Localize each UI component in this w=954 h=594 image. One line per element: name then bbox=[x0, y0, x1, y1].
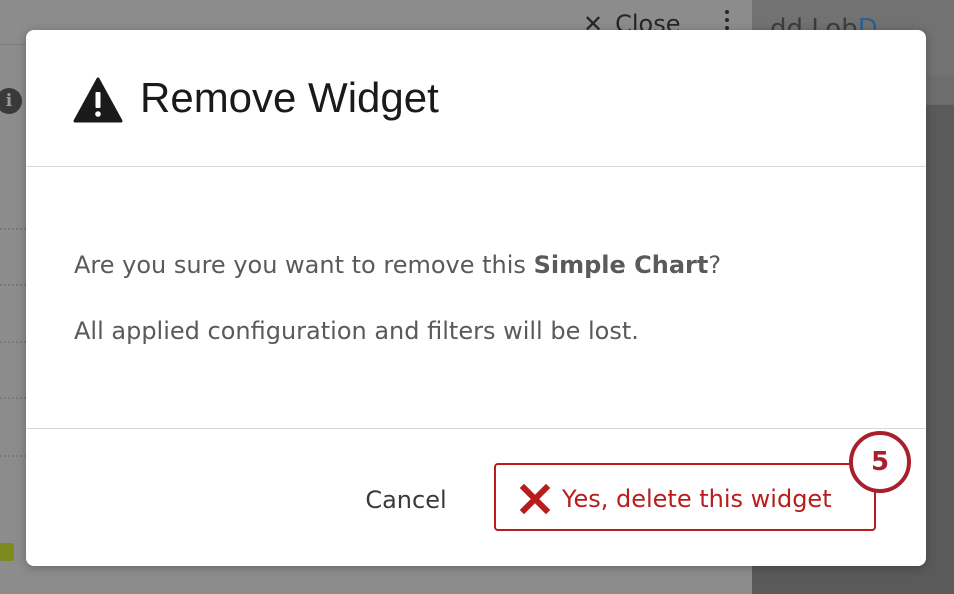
app-screen: ✕ Close dd LobD i Remove Widget Are you s… bbox=[0, 0, 954, 594]
background-dotted-line bbox=[0, 341, 26, 343]
warning-message: All applied configuration and filters wi… bbox=[74, 317, 639, 345]
warning-icon bbox=[73, 77, 123, 123]
background-dotted-line bbox=[0, 455, 26, 457]
cancel-button[interactable]: Cancel bbox=[344, 464, 468, 536]
dialog-header: Remove Widget bbox=[26, 30, 926, 167]
delete-widget-button[interactable]: Yes, delete this widget bbox=[494, 463, 876, 531]
background-dotted-line bbox=[0, 284, 26, 286]
confirm-message: Are you sure you want to remove this Sim… bbox=[74, 244, 894, 286]
step-number-badge: 5 bbox=[849, 431, 911, 493]
background-dotted-line bbox=[0, 228, 26, 230]
widget-name: Simple Chart bbox=[533, 251, 709, 279]
remove-widget-dialog: Remove Widget Are you sure you want to r… bbox=[26, 30, 926, 566]
confirm-message-prefix: Are you sure you want to remove this bbox=[74, 251, 534, 279]
delete-widget-label: Yes, delete this widget bbox=[562, 485, 832, 513]
dialog-title: Remove Widget bbox=[140, 74, 439, 121]
confirm-message-suffix: ? bbox=[708, 251, 722, 279]
background-color-swatch bbox=[0, 543, 14, 561]
x-icon bbox=[520, 484, 550, 514]
background-dotted-line bbox=[0, 397, 26, 399]
dialog-body: Are you sure you want to remove this Sim… bbox=[74, 244, 894, 352]
